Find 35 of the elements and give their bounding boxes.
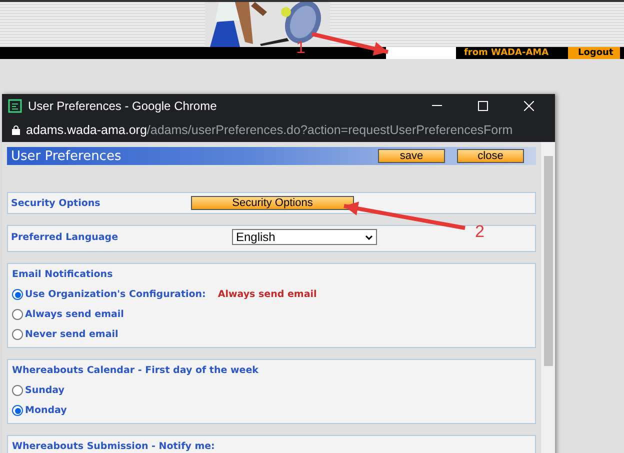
chevron-icon — [365, 234, 373, 240]
radio-button[interactable] — [12, 405, 23, 416]
close-button[interactable]: close — [457, 149, 524, 163]
option-label: Never send email — [25, 329, 118, 340]
option-label: Sunday — [25, 385, 64, 396]
option-label: Monday — [25, 405, 67, 416]
url-path: /adams/userPreferences.do?action=requestUserPreferencesForm — [146, 122, 513, 136]
language-dropdown[interactable]: English — [232, 229, 377, 245]
app-icon — [8, 98, 22, 112]
lock-icon — [12, 124, 20, 134]
maximize-icon[interactable] — [478, 100, 488, 110]
page-title: User Preferences — [11, 148, 122, 164]
radio-button[interactable] — [12, 309, 23, 320]
user-field — [386, 47, 456, 59]
group-title: Email Notifications — [12, 269, 114, 280]
option-label: Always send email — [25, 309, 124, 320]
logout-button[interactable]: Logout — [568, 47, 620, 59]
minimize-icon[interactable] — [432, 104, 442, 106]
security-label: Security Options — [11, 198, 102, 208]
group-title: Whereabouts Calendar - First day of the week — [12, 365, 260, 376]
language-label: Preferred Language — [11, 232, 120, 242]
organization-label: from WADA-AMA — [463, 47, 550, 59]
option-label: Use Organization's Configuration: — [25, 289, 206, 300]
close-icon[interactable] — [524, 100, 534, 110]
radio-button[interactable] — [12, 329, 23, 340]
option-note: Always send email — [218, 289, 317, 300]
scrollbar[interactable] — [541, 142, 555, 453]
radio-button[interactable] — [12, 289, 23, 300]
group-title: Whereabouts Submission - Notify me: — [12, 441, 216, 452]
annotation-number: 2 — [475, 222, 484, 242]
url-host: adams.wada-ama.org — [26, 122, 147, 136]
security-options-button[interactable]: Security Options — [191, 196, 354, 210]
window-title: User Preferences - Google Chrome — [28, 98, 218, 112]
radio-button[interactable] — [12, 385, 23, 396]
save-button[interactable]: save — [378, 149, 445, 163]
